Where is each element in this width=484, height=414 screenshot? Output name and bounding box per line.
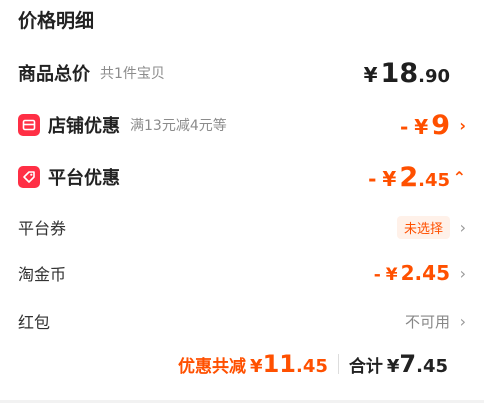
shop-discount-row[interactable]: 店铺优惠 满13元减4元等 - ¥ 9 ›	[0, 108, 484, 142]
chevron-up-icon[interactable]: ⌃	[453, 168, 466, 187]
currency-symbol: ¥	[385, 265, 398, 285]
item-count-text: 共1件宝贝	[100, 66, 165, 82]
platform-discount-row[interactable]: 平台优惠 - ¥ 2 .45 ⌃	[0, 160, 484, 194]
tag-icon	[18, 166, 40, 188]
price-decimal: .45	[418, 169, 450, 191]
red-packet-value: 不可用	[405, 311, 450, 332]
total-price-row: 商品总价 共1件宝贝 ¥ 18 .90	[0, 56, 484, 90]
total-price-value: ¥ 18 .90	[364, 58, 450, 89]
price-integer: 18	[380, 57, 419, 89]
platform-discount-value: - ¥ 2 .45	[368, 162, 450, 193]
grand-total-decimal: .45	[416, 356, 448, 377]
minus-sign: -	[399, 114, 409, 139]
footer-summary: 优惠共减 ¥ 11 .45 合计 ¥ 7 .45	[178, 350, 448, 378]
discount-total-decimal: .45	[295, 356, 328, 377]
red-packet-status: 不可用	[404, 312, 450, 331]
shop-icon	[18, 114, 40, 136]
discount-total-integer: 11	[262, 350, 296, 378]
divider	[337, 354, 339, 374]
total-price-label: 商品总价	[18, 64, 90, 85]
chevron-right-icon[interactable]: ›	[460, 264, 466, 283]
discount-total-label: 优惠共减	[178, 357, 247, 377]
chevron-right-icon[interactable]: ›	[460, 312, 466, 331]
chevron-right-icon[interactable]: ›	[459, 116, 466, 135]
red-packet-label: 红包	[18, 313, 51, 332]
currency-symbol: ¥	[414, 114, 429, 139]
platform-coupon-value: 未选择	[396, 215, 450, 239]
status-badge: 未选择	[396, 215, 450, 239]
shop-discount-rule: 满13元减4元等	[130, 118, 227, 134]
currency-symbol: ¥	[386, 356, 400, 377]
minus-sign: -	[373, 265, 381, 285]
taojinbi-value: - ¥ 2.45	[374, 261, 450, 285]
taojinbi-amount: 2.45	[400, 261, 450, 285]
minus-sign: -	[368, 166, 377, 191]
platform-coupon-row[interactable]: 平台券 未选择 ›	[0, 212, 484, 242]
grand-total-integer: 7	[399, 350, 417, 378]
platform-discount-label: 平台优惠	[48, 168, 120, 189]
discount-amount: 9	[431, 109, 450, 141]
chevron-right-icon[interactable]: ›	[460, 218, 466, 237]
currency-symbol: ¥	[363, 62, 378, 87]
taojinbi-row[interactable]: 淘金币 - ¥ 2.45 ›	[0, 258, 484, 288]
currency-symbol: ¥	[382, 166, 397, 191]
price-integer: 2	[399, 161, 419, 193]
taojinbi-label: 淘金币	[18, 265, 67, 284]
shop-discount-value: - ¥ 9	[400, 110, 450, 141]
currency-symbol: ¥	[250, 356, 263, 377]
price-decimal: .90	[418, 65, 450, 87]
platform-coupon-label: 平台券	[18, 219, 67, 238]
bottom-divider	[0, 400, 484, 403]
grand-total-label: 合计	[348, 357, 383, 377]
red-packet-row[interactable]: 红包 不可用 ›	[0, 306, 484, 336]
shop-discount-label: 店铺优惠	[48, 116, 120, 137]
page-title: 价格明细	[18, 10, 95, 32]
